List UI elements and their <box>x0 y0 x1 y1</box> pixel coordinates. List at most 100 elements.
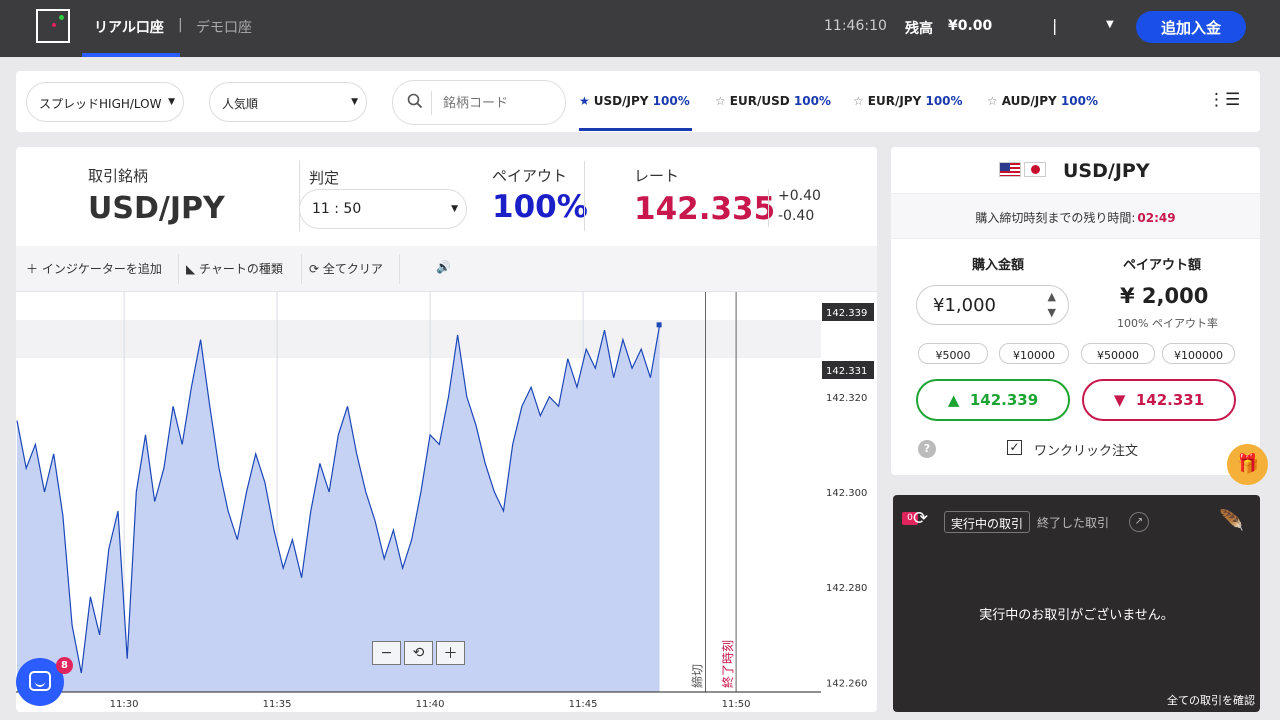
help-icon[interactable]: ? <box>918 440 936 458</box>
payout-amount: ¥ 2,000 <box>1120 284 1209 308</box>
zoom-in-button[interactable]: ＋ <box>436 641 465 665</box>
preset-10000-button[interactable]: ¥10000 <box>999 343 1069 364</box>
one-click-checkbox[interactable]: ✓ <box>1007 440 1022 455</box>
last-price-marker <box>656 322 662 328</box>
increment-icon[interactable]: ▲ <box>1048 290 1056 303</box>
y-tick-label: 142.260 <box>826 678 867 689</box>
y-tick-label: 142.280 <box>826 583 867 594</box>
tab-demo-account[interactable]: デモ口座 <box>196 17 252 37</box>
deposit-button[interactable]: 追加入金 <box>1136 11 1246 43</box>
fav-tab-audjpy[interactable]: ☆ AUD/JPY 100% <box>987 94 1098 108</box>
jp-flag-icon <box>1024 162 1046 177</box>
clear-all-button[interactable]: ⟳ 全てクリア <box>309 260 383 277</box>
user-menu-separator: | <box>1052 16 1058 35</box>
top-bar: リアル口座 | デモ口座 11:46:10 残高 ¥0.00 | ▼ 追加入金 <box>0 0 1280 57</box>
view-all-trades-link[interactable]: 全ての取引を確認 <box>1167 692 1255 708</box>
chart-type-button[interactable]: ◣ チャートの種類 <box>186 260 283 277</box>
fav-tab-indicator <box>579 128 692 131</box>
fav-symbol: AUD/JPY <box>1001 94 1057 108</box>
tab-closed-trades[interactable]: 終了した取引 <box>1037 514 1109 531</box>
fav-payout: 100% <box>652 94 690 108</box>
filter-bar: スプレッドHIGH/LOW ▼ 人気順 ▼ ★USD/JPY 100% ☆EUR… <box>16 71 1260 132</box>
cutoff-bar: 購入締切時刻までの残り時間: 02:49 <box>891 193 1260 239</box>
high-button[interactable]: ▲ 142.339 <box>916 379 1070 421</box>
y-axis-area <box>821 292 877 712</box>
symbol-value: USD/JPY <box>88 191 225 226</box>
fav-tab-eurjpy[interactable]: ☆ EUR/JPY 100% <box>853 94 963 108</box>
trade-panel: USD/JPY 購入締切時刻までの残り時間: 02:49 購入金額 ペイアウト額 … <box>891 147 1260 475</box>
tab-open-trades[interactable]: 実行中の取引 <box>944 511 1031 533</box>
preset-50000-button[interactable]: ¥50000 <box>1081 343 1155 364</box>
y-tick-label: 142.320 <box>826 393 867 404</box>
zoom-controls: − ⟲ ＋ <box>372 641 468 665</box>
positions-panel: 0 ⟳ 実行中の取引 終了した取引 ↗ 🪶 実行中のお取引がございません。 全て… <box>893 495 1260 712</box>
amount-stepper[interactable]: ¥1,000 ▲ ▼ <box>916 285 1069 325</box>
preset-5000-button[interactable]: ¥5000 <box>918 343 988 364</box>
brand-logo[interactable] <box>36 9 70 43</box>
search-icon <box>407 93 423 109</box>
tab-real-account[interactable]: リアル口座 <box>94 17 164 37</box>
zoom-reset-button[interactable]: ⟲ <box>404 641 433 665</box>
y-tick-label: 142.300 <box>826 488 867 499</box>
symbol-search-input[interactable] <box>443 91 553 115</box>
fav-tab-usdjpy[interactable]: ★ USD/JPY 100% <box>579 94 690 108</box>
spread-sort-value: スプレッドHIGH/LOW <box>39 97 162 111</box>
search-divider <box>431 91 432 115</box>
account-separator: | <box>178 17 183 33</box>
cutoff-countdown: 購入締切時刻までの残り時間: 02:49 <box>891 209 1260 226</box>
rate-value: 142.335 <box>634 191 776 227</box>
rate-upper-diff: +0.40 <box>778 188 821 204</box>
price-tag-label: 142.339 <box>826 308 867 319</box>
x-tick-label: 11:45 <box>569 699 598 710</box>
low-button[interactable]: ▼ 142.331 <box>1082 379 1236 421</box>
sound-icon[interactable]: 🔊 <box>436 260 451 274</box>
cutoff-label: 購入締切時刻までの残り時間: <box>975 211 1136 225</box>
judge-label: 判定 <box>309 169 340 187</box>
judge-time-select[interactable]: 11 : 50 ▼ <box>299 189 467 229</box>
chevron-down-icon: ▼ <box>168 97 175 107</box>
add-indicator-button[interactable]: ＋ インジケーターを追加 <box>26 260 162 277</box>
feather-icon[interactable]: 🪶 <box>1219 508 1244 532</box>
rate-lower-diff: -0.40 <box>778 208 815 224</box>
x-tick-label: 11:50 <box>722 699 751 710</box>
decrement-icon[interactable]: ▼ <box>1048 306 1056 319</box>
star-filled-icon: ★ <box>579 94 590 108</box>
chevron-down-icon: ▼ <box>351 97 358 107</box>
payout-rate: 100% ペイアウト率 <box>1117 317 1218 330</box>
fav-symbol: EUR/JPY <box>867 94 922 108</box>
trade-symbol: USD/JPY <box>1063 160 1150 182</box>
external-link-icon[interactable]: ↗ <box>1129 512 1149 532</box>
fav-tab-eurusd[interactable]: ☆ EUR/USD 100% <box>715 94 831 108</box>
chat-unread-badge: 8 <box>56 657 73 674</box>
fav-payout: 100% <box>793 94 831 108</box>
symbol-search <box>392 80 566 125</box>
star-outline-icon: ☆ <box>853 94 864 108</box>
gift-icon[interactable]: 🎁 <box>1227 444 1268 485</box>
divider <box>768 189 769 227</box>
cutoff-time: 02:49 <box>1137 211 1176 225</box>
x-tick-label: 11:35 <box>263 699 292 710</box>
x-tick-label: 11:40 <box>416 699 445 710</box>
high-rate: 142.339 <box>969 391 1039 409</box>
more-menu-icon[interactable]: ⋮☰ <box>1208 90 1240 110</box>
add-indicator-label: インジケーターを追加 <box>41 262 162 276</box>
divider <box>584 161 585 231</box>
chart-panel: 取引銘柄 USD/JPY 判定 11 : 50 ▼ ペイアウト 100% レート… <box>16 147 877 712</box>
empty-state-message: 実行中のお取引がございません。 <box>979 608 1174 623</box>
amount-value: ¥1,000 <box>933 295 996 316</box>
fav-symbol: EUR/USD <box>729 94 790 108</box>
popularity-sort-value: 人気順 <box>222 97 259 111</box>
price-tag-label: 142.331 <box>826 366 867 377</box>
preset-100000-button[interactable]: ¥100000 <box>1162 343 1235 364</box>
chart-type-label: チャートの種類 <box>199 262 283 276</box>
marker-label-0: 締切 <box>690 664 705 688</box>
currency-flags <box>999 162 1049 177</box>
x-tick-label: 11:30 <box>110 699 139 710</box>
spread-sort-select[interactable]: スプレッドHIGH/LOW ▼ <box>26 82 184 122</box>
popularity-sort-select[interactable]: 人気順 ▼ <box>209 82 367 122</box>
zoom-out-button[interactable]: − <box>372 641 401 665</box>
chat-bubble-icon <box>29 671 51 691</box>
chart-toolbar: ＋ インジケーターを追加 ◣ チャートの種類 ⟳ 全てクリア 🔊 <box>16 246 877 292</box>
low-rate: 142.331 <box>1135 391 1205 409</box>
user-menu-caret-icon[interactable]: ▼ <box>1106 19 1114 30</box>
